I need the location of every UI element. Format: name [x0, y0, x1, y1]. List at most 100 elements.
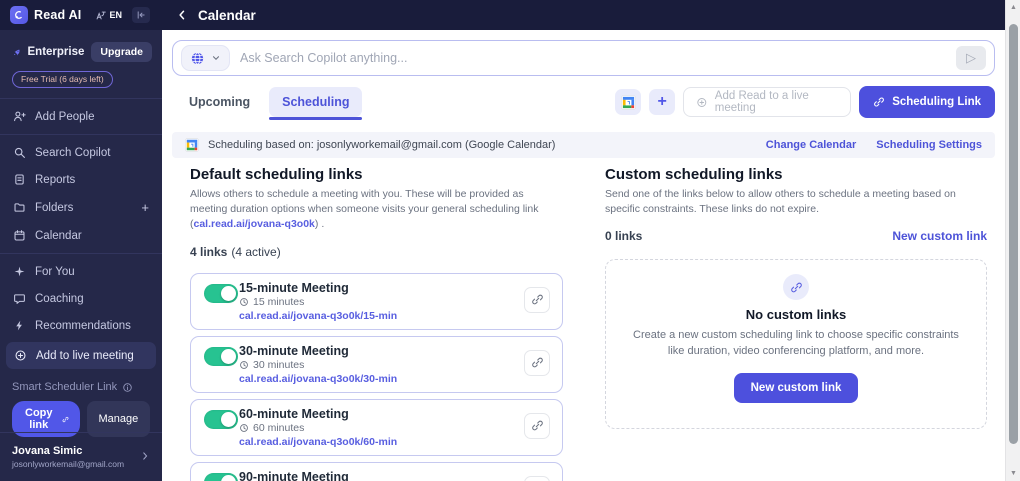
user-name: Jovana Simic: [12, 445, 83, 457]
custom-links-count-row: 0 links New custom link: [605, 229, 987, 243]
sidebar-item-recommendations[interactable]: Recommendations: [0, 312, 162, 339]
link-enabled-toggle[interactable]: [204, 346, 238, 366]
scheduling-based-on-text: Scheduling based on: josonlyworkemail@gm…: [208, 139, 556, 151]
chevron-down-icon: [212, 56, 220, 61]
speech-bubble-icon: [14, 294, 25, 304]
sidebar-item-reports[interactable]: Reports: [0, 166, 162, 193]
sidebar-item-coaching[interactable]: Coaching: [0, 285, 162, 312]
collapse-sidebar-icon[interactable]: [132, 7, 150, 23]
scroll-down-icon[interactable]: ▼: [1006, 470, 1020, 477]
clock-icon: [240, 297, 248, 306]
app-window: Read AI EN Calendar Enterprise Upgrade F…: [0, 0, 1020, 481]
copy-link-icon[interactable]: [524, 475, 550, 481]
custom-links-description: Send one of the links below to allow oth…: [605, 188, 956, 216]
meeting-title: 90-minute Meeting: [239, 469, 349, 481]
page-title: Calendar: [198, 7, 256, 23]
search-scope-selector[interactable]: [181, 45, 230, 71]
add-calendar-button[interactable]: +: [649, 89, 676, 115]
sidebar-item-add-to-live-meeting[interactable]: Add to live meeting: [6, 342, 156, 369]
sidebar-divider: [0, 253, 162, 254]
language-selector[interactable]: EN: [95, 10, 122, 21]
copy-link-icon[interactable]: [524, 412, 550, 439]
copy-link-icon[interactable]: [524, 349, 550, 376]
default-links-title: Default scheduling links: [190, 166, 363, 183]
upgrade-button[interactable]: Upgrade: [91, 42, 152, 62]
sidebar-item-label: For You: [35, 265, 75, 278]
meeting-title: 15-minute Meeting: [239, 280, 349, 295]
trial-badge: Free Trial (6 days left): [12, 71, 113, 88]
user-email: josonlyworkemail@gmail.com: [12, 459, 125, 469]
link-enabled-toggle[interactable]: [204, 409, 238, 429]
link-enabled-toggle[interactable]: [204, 283, 238, 303]
main-content: ▷ Upcoming Scheduling + Add Read to a li…: [162, 30, 1005, 481]
meeting-title: 30-minute Meeting: [239, 343, 349, 358]
scheduling-settings-link[interactable]: Scheduling Settings: [876, 139, 982, 151]
plan-row: Enterprise Upgrade: [0, 30, 162, 62]
copy-link-icon[interactable]: [524, 286, 550, 313]
new-custom-link-button[interactable]: New custom link: [733, 373, 859, 404]
sidebar-item-label: Add People: [35, 110, 95, 123]
sidebar-divider: [0, 98, 162, 99]
sidebar-item-add-people[interactable]: Add People: [0, 103, 162, 130]
scheduling-link-card: 15-minute Meeting 15 minutes cal.read.ai…: [190, 272, 563, 330]
add-read-to-live-meeting-input[interactable]: Add Read to a live meeting: [683, 87, 852, 117]
sidebar-item-label: Recommendations: [35, 319, 131, 332]
scroll-up-icon[interactable]: ▲: [1006, 4, 1020, 11]
sidebar-item-label: Reports: [35, 173, 76, 186]
translate-icon: [97, 11, 107, 19]
user-account[interactable]: Jovana Simic josonlyworkemail@gmail.com: [0, 441, 162, 473]
sidebar-item-calendar[interactable]: Calendar: [0, 222, 162, 249]
tab-upcoming[interactable]: Upcoming: [176, 87, 263, 117]
folder-add-icon[interactable]: +: [141, 200, 149, 215]
lightning-icon: [16, 320, 22, 331]
tab-scheduling[interactable]: Scheduling: [269, 87, 363, 120]
sidebar-divider: [0, 134, 162, 135]
person-plus-icon: [14, 111, 26, 122]
default-links-list: 15-minute Meeting 15 minutes cal.read.ai…: [190, 272, 563, 481]
general-scheduling-link[interactable]: cal.read.ai/jovana-q3o0k: [194, 218, 315, 230]
back-icon[interactable]: [176, 9, 188, 21]
scheduling-link-label: Scheduling Link: [892, 96, 981, 108]
sidebar-item-folders[interactable]: Folders +: [0, 193, 162, 222]
new-custom-link[interactable]: New custom link: [892, 229, 987, 243]
circle-plus-icon: [697, 97, 707, 107]
default-scheduling-links-section: Default scheduling links Allows others t…: [190, 166, 563, 481]
google-calendar-icon: [620, 94, 636, 110]
scrollbar-thumb[interactable]: [1008, 24, 1018, 444]
link-enabled-toggle[interactable]: [204, 472, 238, 481]
custom-scheduling-links-section: Custom scheduling links Send one of the …: [605, 166, 987, 481]
page-header: Calendar: [176, 8, 256, 23]
sparkle-icon: [14, 266, 25, 277]
meeting-url[interactable]: cal.read.ai/jovana-q3o0k/15-min: [239, 310, 518, 322]
meeting-title: 60-minute Meeting: [239, 406, 349, 421]
link-icon: [62, 416, 68, 422]
meeting-duration: 30 minutes: [253, 358, 305, 371]
info-icon[interactable]: [122, 382, 133, 393]
tabs-row: Upcoming Scheduling + Add Read to a live…: [176, 86, 995, 120]
scheduling-link-card: 60-minute Meeting 60 minutes cal.read.ai…: [190, 398, 563, 456]
scheduling-link-button[interactable]: Scheduling Link: [859, 86, 995, 118]
sidebar-item-label: Search Copilot: [35, 146, 111, 159]
scheduling-link-card: 30-minute Meeting 30 minutes cal.read.ai…: [190, 335, 563, 393]
sidebar-item-search-copilot[interactable]: Search Copilot: [0, 139, 162, 166]
description-text: ) .: [314, 218, 325, 231]
send-icon[interactable]: ▷: [956, 46, 986, 70]
topbar: Read AI EN Calendar: [0, 0, 1005, 30]
sidebar-item-for-you[interactable]: For You: [0, 258, 162, 285]
scheduling-info-bar: Scheduling based on: josonlyworkemail@gm…: [172, 132, 995, 158]
empty-state-description: Create a new custom scheduling link to c…: [633, 329, 959, 358]
scheduling-link-card: 90-minute Meeting 90 minutes cal.read.ai…: [190, 461, 563, 481]
meeting-url[interactable]: cal.read.ai/jovana-q3o0k/30-min: [239, 373, 518, 385]
vertical-scrollbar[interactable]: ▲ ▼: [1005, 0, 1020, 481]
search-input[interactable]: [240, 51, 946, 65]
change-calendar-link[interactable]: Change Calendar: [766, 139, 856, 151]
meeting-url[interactable]: cal.read.ai/jovana-q3o0k/60-min: [239, 436, 518, 448]
meeting-duration: 15 minutes: [253, 295, 305, 308]
custom-links-title: Custom scheduling links: [605, 166, 783, 183]
sidebar-item-label: Folders: [35, 201, 74, 214]
sidebar: Enterprise Upgrade Free Trial (6 days le…: [0, 30, 162, 481]
google-calendar-button[interactable]: [615, 89, 642, 115]
clock-icon: [240, 423, 248, 432]
links-count: 4 links: [190, 244, 228, 259]
read-ai-logo[interactable]: [10, 6, 28, 24]
